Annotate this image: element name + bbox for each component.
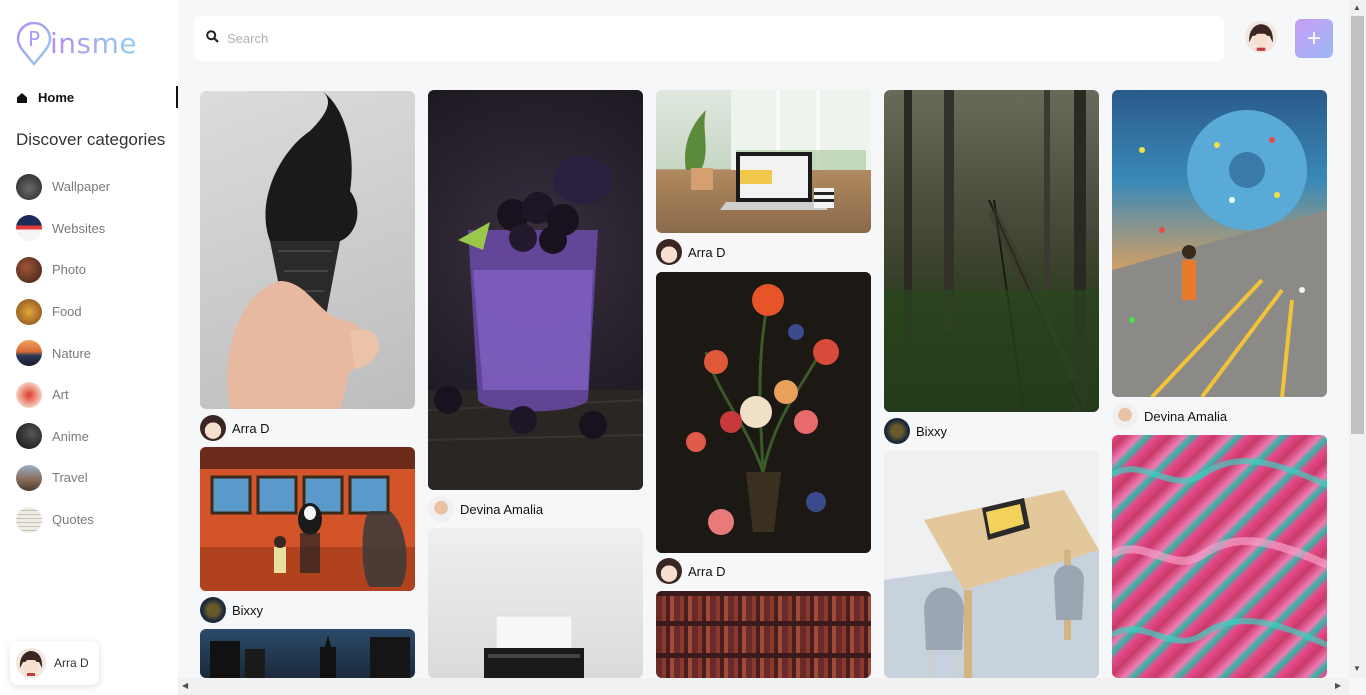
category-thumbnail <box>16 464 42 491</box>
pin-image-dining-table[interactable] <box>884 450 1099 678</box>
category-label: Photo <box>52 262 86 278</box>
scrollbar-thumb[interactable] <box>1351 16 1364 434</box>
author-avatar <box>200 597 226 623</box>
pin-author[interactable]: Bixxy <box>200 597 263 623</box>
author-name: Bixxy <box>916 423 948 439</box>
user-avatar <box>16 648 46 678</box>
logo-pin-icon: P <box>16 21 52 66</box>
search-icon <box>206 29 219 48</box>
pin-image-abstract-waves[interactable] <box>1112 435 1327 678</box>
category-label: Travel <box>52 470 88 486</box>
category-travel[interactable]: Travel <box>16 457 110 499</box>
category-wallpaper[interactable]: Wallpaper <box>16 166 110 208</box>
category-websites[interactable]: Websites <box>16 208 110 250</box>
category-quotes[interactable]: Quotes <box>16 499 110 541</box>
horizontal-scrollbar[interactable]: ◀ ▶ <box>178 678 1349 695</box>
pin-image-city[interactable] <box>200 629 415 678</box>
category-label: Nature <box>52 345 92 361</box>
pin-author[interactable]: Arra D <box>656 558 726 584</box>
header-avatar[interactable] <box>1245 21 1277 53</box>
search-input[interactable] <box>227 31 1127 46</box>
home-icon <box>16 91 28 103</box>
author-avatar <box>656 558 682 584</box>
category-thumbnail <box>16 256 42 283</box>
pin-author[interactable]: Bixxy <box>884 418 947 444</box>
author-name: Devina Amalia <box>460 501 544 517</box>
pin-image-anime-train[interactable] <box>200 447 415 591</box>
category-thumbnail <box>16 381 42 408</box>
app-logo[interactable]: P insme <box>16 21 138 66</box>
user-profile-card[interactable]: Arra D <box>10 641 99 685</box>
category-label: Wallpaper <box>52 179 111 195</box>
pin-image-bookshelf[interactable] <box>656 591 871 678</box>
category-art[interactable]: Art <box>16 374 110 416</box>
pin-image-typewriter[interactable] <box>428 528 643 678</box>
category-thumbnail <box>16 506 42 533</box>
author-name: Arra D <box>688 563 726 579</box>
search-bar[interactable] <box>194 16 1224 61</box>
author-avatar <box>1112 403 1138 429</box>
pin-image-flower-still-life[interactable] <box>656 272 871 553</box>
category-thumbnail <box>16 340 42 367</box>
category-label: Websites <box>52 220 106 236</box>
category-thumbnail <box>16 423 42 450</box>
author-name: Bixxy <box>232 602 264 618</box>
pin-author[interactable]: Arra D <box>200 415 270 441</box>
category-thumbnail <box>16 173 42 200</box>
svg-text:P: P <box>28 27 40 51</box>
app-name: insme <box>50 26 138 60</box>
vertical-scrollbar[interactable]: ▲ ▼ <box>1349 0 1366 678</box>
active-indicator <box>176 86 178 108</box>
category-photo[interactable]: Photo <box>16 249 110 291</box>
scroll-left-arrow[interactable]: ◀ <box>182 681 188 690</box>
scroll-down-arrow[interactable]: ▼ <box>1353 664 1361 673</box>
pin-image-ice-cream[interactable] <box>200 91 415 409</box>
author-name: Arra D <box>232 420 270 436</box>
pin-author[interactable]: Arra D <box>656 239 726 265</box>
category-label: Quotes <box>52 512 94 528</box>
pin-author[interactable]: Devina Amalia <box>1112 403 1227 429</box>
author-avatar <box>656 239 682 265</box>
author-name: Devina Amalia <box>1144 408 1228 424</box>
pin-author[interactable]: Devina Amalia <box>428 496 543 522</box>
author-avatar <box>428 496 454 522</box>
category-label: Anime <box>52 428 89 444</box>
category-label: Art <box>52 387 69 403</box>
category-thumbnail <box>16 298 42 325</box>
pin-image-laptop-desk[interactable] <box>656 90 871 233</box>
add-pin-button[interactable]: + <box>1295 19 1333 58</box>
scroll-right-arrow[interactable]: ▶ <box>1335 681 1341 690</box>
author-avatar <box>884 418 910 444</box>
pin-image-forest-bridge[interactable] <box>884 90 1099 412</box>
category-thumbnail <box>16 215 42 242</box>
category-nature[interactable]: Nature <box>16 332 110 374</box>
categories-title: Discover categories <box>16 130 166 149</box>
category-anime[interactable]: Anime <box>16 416 110 458</box>
scroll-up-arrow[interactable]: ▲ <box>1353 3 1361 12</box>
nav-home[interactable]: Home <box>16 86 178 108</box>
pin-image-donut-street[interactable] <box>1112 90 1327 397</box>
author-name: Arra D <box>688 244 726 260</box>
category-list: Wallpaper Websites Photo Food Nature Art… <box>16 166 110 540</box>
author-avatar <box>200 415 226 441</box>
category-label: Food <box>52 304 82 320</box>
nav-home-label: Home <box>38 89 75 105</box>
category-food[interactable]: Food <box>16 291 110 333</box>
sidebar: P insme Home Discover categories Wallpap… <box>0 0 178 695</box>
user-name: Arra D <box>54 656 89 670</box>
pin-image-blackberry-drink[interactable] <box>428 90 643 490</box>
